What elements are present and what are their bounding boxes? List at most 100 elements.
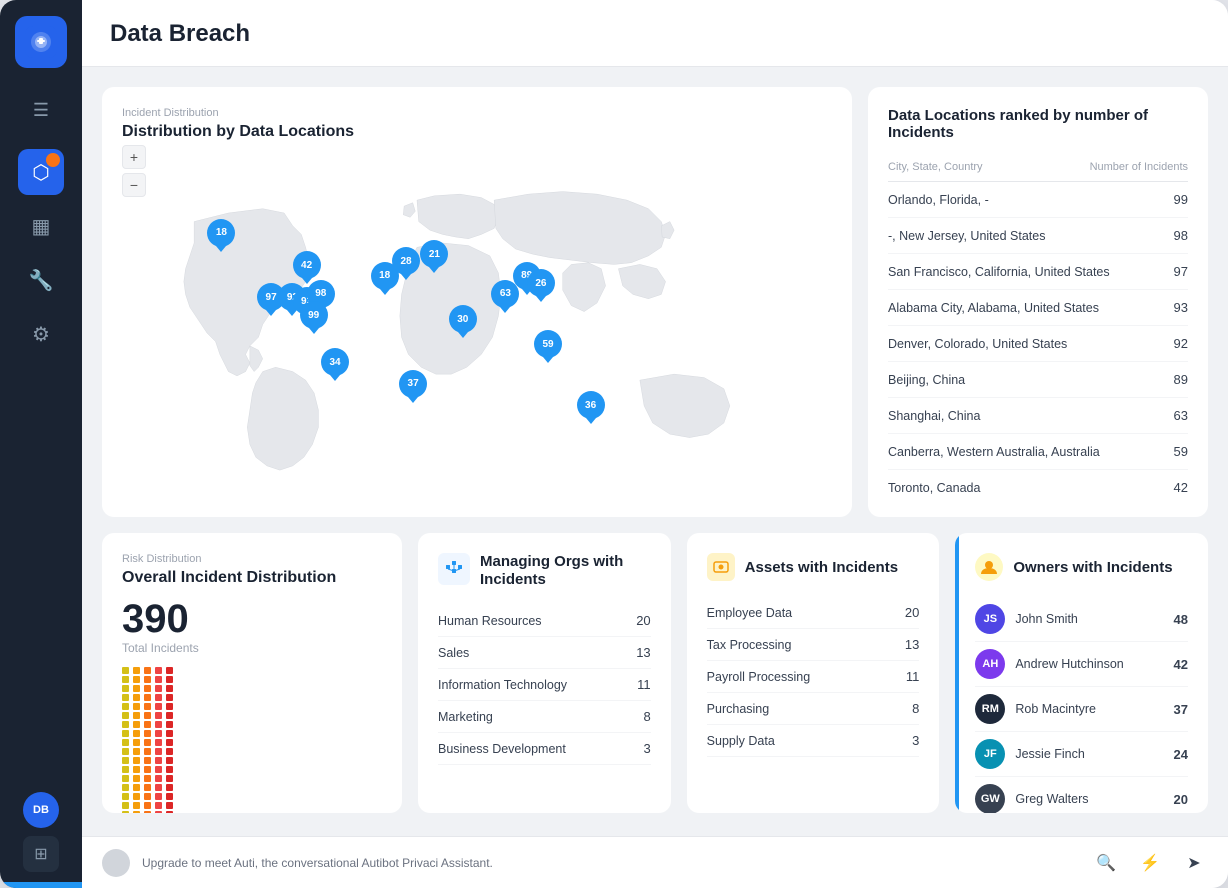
orgs-header: Managing Orgs with Incidents	[438, 553, 651, 589]
map-title: Distribution by Data Locations	[122, 123, 832, 141]
owner-count: 24	[1174, 747, 1188, 762]
map-subtitle: Incident Distribution	[122, 107, 832, 119]
orgs-title: Managing Orgs with Incidents	[480, 553, 651, 589]
waffle-dot	[133, 811, 140, 813]
org-count: 20	[636, 613, 650, 628]
org-count: 3	[643, 741, 650, 756]
map-pin[interactable]: 99	[300, 301, 328, 329]
waffle-dot	[155, 721, 162, 728]
waffle-dot	[144, 775, 151, 782]
risk-subtitle: Risk Distribution	[122, 553, 382, 565]
page-header: Data Breach	[82, 0, 1228, 67]
orgs-row: Human Resources 20	[438, 605, 651, 637]
map-container: 184297929398991828213034378926635936	[122, 153, 832, 513]
assets-list: Employee Data20Tax Processing13Payroll P…	[707, 597, 920, 757]
locations-list: Orlando, Florida, -99-, New Jersey, Unit…	[888, 182, 1188, 497]
sidebar-item-dashboard[interactable]: ▦	[18, 203, 64, 249]
waffle-dot	[144, 730, 151, 737]
org-name: Business Development	[438, 742, 566, 756]
waffle-col-1	[133, 667, 140, 813]
hamburger-button[interactable]: ☰	[25, 92, 57, 129]
owner-avatar: AH	[975, 649, 1005, 679]
dashboard-icon: ▦	[32, 214, 51, 239]
orgs-list: Human Resources20Sales13Information Tech…	[438, 605, 651, 765]
map-card: Incident Distribution Distribution by Da…	[102, 87, 852, 517]
map-pin[interactable]: 42	[293, 251, 321, 279]
content-area: Incident Distribution Distribution by Da…	[82, 67, 1228, 888]
waffle-dot	[166, 757, 173, 764]
waffle-dot	[155, 748, 162, 755]
waffle-dot	[133, 685, 140, 692]
asset-row: Supply Data3	[707, 725, 920, 757]
owner-name: John Smith	[1015, 612, 1163, 626]
map-pin[interactable]: 26	[527, 269, 555, 297]
waffle-dot	[155, 802, 162, 809]
owner-name: Rob Macintyre	[1015, 702, 1163, 716]
location-city: Shanghai, China	[888, 409, 980, 423]
map-pin[interactable]: 36	[577, 391, 605, 419]
sidebar-item-home[interactable]: ⬡	[18, 149, 64, 195]
waffle-dot	[166, 694, 173, 701]
waffle-dot	[122, 703, 129, 710]
orgs-row: Business Development 3	[438, 733, 651, 765]
waffle-dot	[133, 802, 140, 809]
user-avatar[interactable]: DB	[23, 792, 59, 828]
asset-name: Supply Data	[707, 734, 775, 748]
waffle-dot	[133, 757, 140, 764]
waffle-dot	[166, 703, 173, 710]
org-name: Information Technology	[438, 678, 567, 692]
sidebar-item-settings[interactable]: ⚙	[18, 311, 64, 357]
asset-name: Purchasing	[707, 702, 770, 716]
owner-avatar: JF	[975, 739, 1005, 769]
location-row: -, New Jersey, United States98	[888, 218, 1188, 254]
waffle-dot	[155, 793, 162, 800]
col-count-header: Number of Incidents	[1090, 161, 1188, 173]
filter-button[interactable]: ⚡	[1136, 849, 1164, 877]
location-row: San Francisco, California, United States…	[888, 254, 1188, 290]
map-pin[interactable]: 34	[321, 348, 349, 376]
waffle-dot	[144, 793, 151, 800]
waffle-dot	[122, 811, 129, 813]
org-name: Human Resources	[438, 614, 542, 628]
app-logo[interactable]	[15, 16, 67, 68]
main-content: Data Breach Incident Distribution Distri…	[82, 0, 1228, 888]
location-city: Denver, Colorado, United States	[888, 337, 1067, 351]
waffle-dot	[133, 793, 140, 800]
owners-title: Owners with Incidents	[1013, 559, 1172, 576]
map-pin[interactable]: 30	[449, 305, 477, 333]
waffle-dot	[166, 775, 173, 782]
map-pin[interactable]: 21	[420, 240, 448, 268]
waffle-dot	[122, 667, 129, 674]
waffle-dot	[155, 730, 162, 737]
waffle-dot	[133, 784, 140, 791]
map-pin[interactable]: 59	[534, 330, 562, 358]
waffle-dot	[133, 712, 140, 719]
waffle-dot	[144, 685, 151, 692]
waffle-dot	[166, 811, 173, 813]
waffle-dot	[155, 757, 162, 764]
toolbar-icons: 🔍 ⚡ ➤	[1092, 849, 1208, 877]
map-pin[interactable]: 28	[392, 247, 420, 275]
asset-name: Tax Processing	[707, 638, 792, 652]
location-city: Orlando, Florida, -	[888, 193, 989, 207]
map-pin[interactable]: 63	[491, 280, 519, 308]
map-pin[interactable]: 37	[399, 370, 427, 398]
asset-row: Purchasing8	[707, 693, 920, 725]
owner-count: 42	[1174, 657, 1188, 672]
assets-header: Assets with Incidents	[707, 553, 920, 581]
location-city: San Francisco, California, United States	[888, 265, 1110, 279]
grid-icon-button[interactable]: ⊞	[23, 836, 59, 872]
sidebar-accent-bar	[0, 882, 82, 888]
owner-avatar: RM	[975, 694, 1005, 724]
waffle-dot	[166, 730, 173, 737]
asset-count: 11	[906, 669, 920, 684]
share-button[interactable]: ➤	[1180, 849, 1208, 877]
search-button[interactable]: 🔍	[1092, 849, 1120, 877]
sidebar-item-tools[interactable]: 🔧	[18, 257, 64, 303]
waffle-dot	[144, 694, 151, 701]
orgs-row: Information Technology11	[438, 669, 651, 701]
owners-card: Owners with Incidents JS John Smith 48 A…	[955, 533, 1208, 813]
waffle-dot	[122, 748, 129, 755]
location-city: -, New Jersey, United States	[888, 229, 1045, 243]
map-pin[interactable]: 18	[207, 219, 235, 247]
